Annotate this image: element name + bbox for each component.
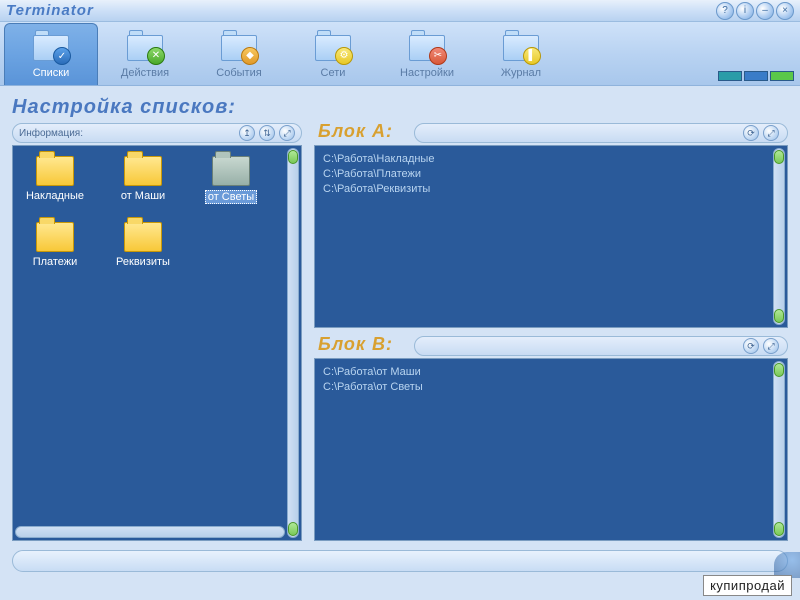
sort-button[interactable]: ⇅: [259, 125, 275, 141]
folder-icon: ▌: [501, 29, 541, 65]
scroll-down-icon[interactable]: [774, 309, 784, 323]
block-a-list[interactable]: C:\Работа\НакладныеC:\Работа\ПлатежиC:\Р…: [314, 145, 788, 328]
info-panel-label: Информация:: [19, 128, 83, 139]
tab-badge-icon: ✂: [429, 47, 447, 65]
tab-badge-icon: ◆: [241, 47, 259, 65]
block-b-list[interactable]: C:\Работа\от МашиC:\Работа\от Светы: [314, 358, 788, 541]
folder-icon: ✂: [407, 29, 447, 65]
folder-icon: ◆: [219, 29, 259, 65]
block-b-toolbar: ⟳ ⤢: [414, 336, 788, 356]
block-a-toolbar: ⟳ ⤢: [414, 123, 788, 143]
titlebar: Terminator ? i – ×: [0, 0, 800, 22]
indicator-2: [744, 71, 768, 81]
tab-label: Настройки: [400, 67, 454, 79]
block-a: Блок A: ⟳ ⤢ C:\Работа\НакладныеC:\Работа…: [314, 123, 788, 328]
tab-label: Действия: [121, 67, 169, 79]
folder-icon: [212, 156, 250, 186]
block-b-scrollbar[interactable]: [773, 361, 785, 538]
info-button[interactable]: i: [736, 2, 754, 20]
tab-badge-icon: ✓: [53, 47, 71, 65]
block-a-scrollbar[interactable]: [773, 148, 785, 325]
tab-label: Списки: [33, 67, 70, 79]
block-b-title: Блок B:: [318, 334, 393, 355]
scroll-up-icon[interactable]: [774, 150, 784, 164]
minimize-button[interactable]: –: [756, 2, 774, 20]
folder-label: от Маши: [121, 190, 165, 202]
tab-badge-icon: ✕: [147, 47, 165, 65]
block-a-title: Блок A:: [318, 121, 393, 142]
status-indicators: [718, 71, 794, 81]
tab-badge-icon: ▌: [523, 47, 541, 65]
status-bar: [12, 550, 788, 572]
folder-icon: [124, 222, 162, 252]
block-b-refresh-button[interactable]: ⟳: [743, 338, 759, 354]
tab-label: Журнал: [501, 67, 541, 79]
tab-события[interactable]: ◆ События: [192, 23, 286, 85]
folder-label: Платежи: [33, 256, 78, 268]
folder-browser[interactable]: Накладные от Маши от Светы Платежи Рекви…: [12, 145, 302, 541]
indicator-1: [718, 71, 742, 81]
window-controls: ? i – ×: [716, 2, 794, 20]
folder-icon: [36, 156, 74, 186]
info-panel: Информация: ↥ ⇅ ⤢ Накладные от Маши от С…: [12, 123, 302, 541]
folder-item[interactable]: Платежи: [23, 222, 87, 268]
folder-icon: ✕: [125, 29, 165, 65]
folder-label: Накладные: [26, 190, 84, 202]
tab-badge-icon: ⚙: [335, 47, 353, 65]
info-panel-header: Информация: ↥ ⇅ ⤢: [12, 123, 302, 143]
close-button[interactable]: ×: [776, 2, 794, 20]
folder-label: Реквизиты: [116, 256, 170, 268]
expand-button[interactable]: ⤢: [279, 125, 295, 141]
tab-сети[interactable]: ⚙ Сети: [286, 23, 380, 85]
indicator-3: [770, 71, 794, 81]
app-title: Terminator: [6, 2, 94, 19]
vertical-scrollbar[interactable]: [287, 148, 299, 538]
path-item[interactable]: C:\Работа\Накладные: [323, 152, 779, 167]
tab-настройки[interactable]: ✂ Настройки: [380, 23, 474, 85]
tab-журнал[interactable]: ▌ Журнал: [474, 23, 568, 85]
nav-up-button[interactable]: ↥: [239, 125, 255, 141]
main-toolbar: ✓ Списки ✕ Действия ◆ События ⚙ Сети ✂ Н…: [0, 22, 800, 86]
block-b-expand-button[interactable]: ⤢: [763, 338, 779, 354]
tab-действия[interactable]: ✕ Действия: [98, 23, 192, 85]
tab-списки[interactable]: ✓ Списки: [4, 23, 98, 85]
scroll-down-icon[interactable]: [288, 522, 298, 536]
folder-icon: ✓: [31, 29, 71, 65]
folder-item[interactable]: Накладные: [23, 156, 87, 204]
folder-icon: [36, 222, 74, 252]
folder-icon: ⚙: [313, 29, 353, 65]
horizontal-scrollbar[interactable]: [15, 526, 285, 538]
folder-item[interactable]: от Маши: [111, 156, 175, 204]
scroll-up-icon[interactable]: [288, 150, 298, 164]
folder-item[interactable]: от Светы: [199, 156, 263, 204]
path-item[interactable]: C:\Работа\от Светы: [323, 380, 779, 395]
scroll-down-icon[interactable]: [774, 522, 784, 536]
tab-label: Сети: [321, 67, 346, 79]
scroll-up-icon[interactable]: [774, 363, 784, 377]
block-a-refresh-button[interactable]: ⟳: [743, 125, 759, 141]
path-item[interactable]: C:\Работа\от Маши: [323, 365, 779, 380]
page-title: Настройка списков:: [12, 96, 788, 119]
watermark: купипродай: [703, 575, 792, 596]
blocks-panel: Блок A: ⟳ ⤢ C:\Работа\НакладныеC:\Работа…: [314, 123, 788, 541]
path-item[interactable]: C:\Работа\Платежи: [323, 167, 779, 182]
content-area: Настройка списков: Информация: ↥ ⇅ ⤢ Нак…: [0, 86, 800, 556]
block-a-expand-button[interactable]: ⤢: [763, 125, 779, 141]
folder-icon: [124, 156, 162, 186]
tab-label: События: [216, 67, 261, 79]
help-button[interactable]: ?: [716, 2, 734, 20]
folder-label: от Светы: [205, 190, 257, 204]
folder-item[interactable]: Реквизиты: [111, 222, 175, 268]
path-item[interactable]: C:\Работа\Реквизиты: [323, 182, 779, 197]
block-b: Блок B: ⟳ ⤢ C:\Работа\от МашиC:\Работа\о…: [314, 336, 788, 541]
